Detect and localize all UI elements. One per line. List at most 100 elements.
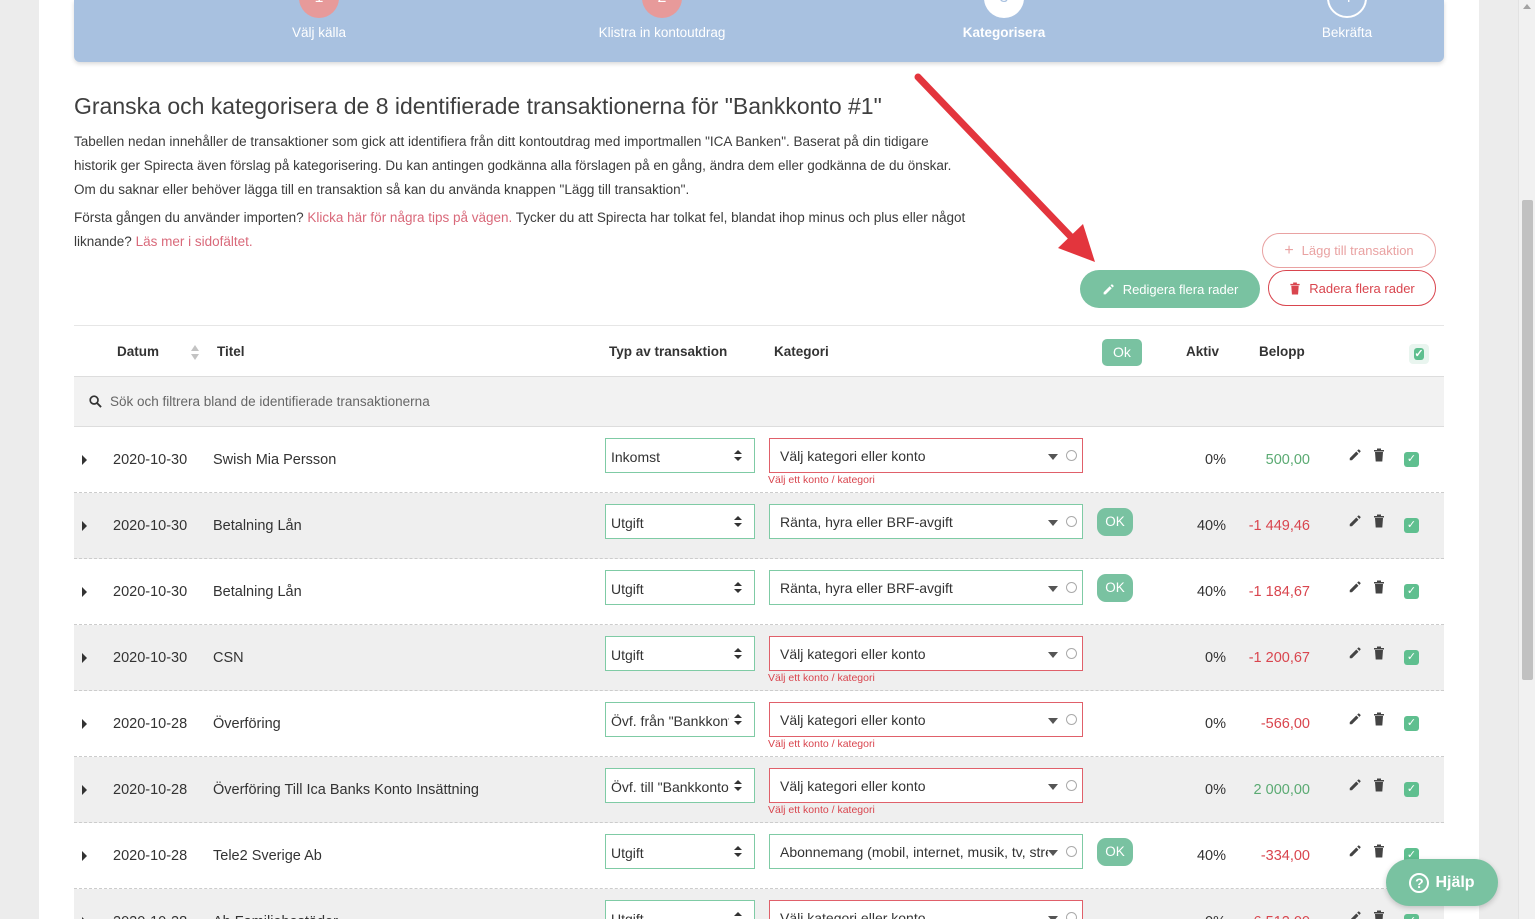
category-select[interactable]: Välj kategori eller konto (769, 900, 1083, 919)
help-button[interactable]: ? Hjälp (1386, 859, 1498, 906)
category-select[interactable]: Välj kategori eller konto (769, 702, 1083, 737)
trash-icon[interactable] (1373, 778, 1385, 792)
pencil-icon[interactable] (1348, 910, 1362, 919)
category-select[interactable]: Välj kategori eller konto (769, 768, 1083, 803)
col-date[interactable]: Datum (117, 344, 159, 359)
intro-text: Tabellen nedan innehåller de transaktion… (74, 130, 994, 254)
transaction-type-select[interactable]: Utgift (605, 504, 755, 539)
clear-icon[interactable] (1066, 450, 1077, 461)
row-title: Överföring Till Ica Banks Konto Insättni… (213, 782, 479, 798)
category-select[interactable]: Abonnemang (mobil, internet, musik, tv, … (769, 834, 1083, 869)
col-type: Typ av transaktion (609, 344, 728, 359)
search-placeholder: Sök och filtrera bland de identifierade … (110, 394, 430, 409)
dropdown-caret-icon (1048, 718, 1058, 724)
row-active: 0% (1174, 914, 1226, 919)
row-active: 0% (1205, 716, 1226, 732)
search-bar[interactable]: Sök och filtrera bland de identifierade … (74, 377, 1444, 427)
table-row: 2020-10-30 CSN Utgift Välj kategori eller k… (74, 625, 1444, 691)
row-checkbox-icon[interactable]: ✓ (1404, 914, 1419, 919)
category-select[interactable]: Välj kategori eller konto (769, 636, 1083, 671)
transaction-type-select[interactable]: Utgift (605, 636, 755, 671)
expand-caret-icon[interactable] (82, 653, 87, 663)
sort-icon[interactable] (190, 345, 200, 361)
sidebar-link[interactable]: Läs mer i sidofältet. (136, 234, 253, 249)
trash-icon[interactable] (1373, 448, 1385, 462)
transaction-type-select[interactable]: Utgift (605, 570, 755, 605)
row-checkbox-icon[interactable]: ✓ (1404, 716, 1419, 731)
category-select[interactable]: Välj kategori eller konto (769, 438, 1083, 473)
transaction-type-select[interactable]: Utgift (605, 834, 755, 869)
expand-caret-icon[interactable] (82, 587, 87, 597)
expand-caret-icon[interactable] (82, 521, 87, 531)
scroll-up-arrow-icon[interactable] (1523, 4, 1531, 9)
edit-many-rows-button[interactable]: Redigera flera rader (1080, 270, 1260, 308)
category-value: Välj kategori eller konto (780, 910, 926, 919)
select-arrows-icon (734, 845, 742, 859)
clear-icon[interactable] (1066, 780, 1077, 791)
trash-icon[interactable] (1373, 646, 1385, 660)
trash-icon[interactable] (1373, 844, 1385, 858)
edit-many-rows-label: Redigera flera rader (1122, 281, 1239, 297)
ok-badge[interactable]: OK (1097, 574, 1133, 602)
transaction-type-select[interactable]: Övf. från "Bankkonto #2" (605, 702, 755, 737)
pencil-icon[interactable] (1348, 712, 1362, 726)
select-all-checkbox-icon[interactable]: ✓ (1409, 344, 1429, 364)
category-value: Ränta, hyra eller BRF-avgift (780, 514, 953, 530)
clear-icon[interactable] (1066, 714, 1077, 725)
pencil-icon[interactable] (1348, 778, 1362, 792)
category-value: Välj kategori eller konto (780, 712, 926, 728)
row-amount: -566,00 (1260, 716, 1310, 732)
table-header: Datum Titel Typ av transaktion Kategori … (74, 325, 1444, 377)
scrollbar-thumb[interactable] (1522, 200, 1533, 680)
add-transaction-button[interactable]: + Lägg till transaktion (1262, 233, 1436, 268)
pencil-icon[interactable] (1348, 844, 1362, 858)
approve-all-ok-button[interactable]: Ok (1102, 339, 1142, 366)
row-checkbox-icon[interactable]: ✓ (1404, 584, 1419, 599)
trash-icon[interactable] (1373, 910, 1385, 919)
pencil-icon[interactable] (1348, 448, 1362, 462)
row-checkbox-icon[interactable]: ✓ (1404, 518, 1419, 533)
delete-many-rows-button[interactable]: Radera flera rader (1268, 270, 1436, 306)
clear-icon[interactable] (1066, 648, 1077, 659)
row-amount: 500,00 (1265, 452, 1310, 468)
transaction-type-select[interactable]: Utgift (605, 900, 755, 919)
step-number: 1 (299, 0, 339, 18)
clear-icon[interactable] (1066, 846, 1077, 857)
row-date: 2020-10-30 (113, 584, 188, 600)
clear-icon[interactable] (1066, 516, 1077, 527)
pencil-icon[interactable] (1348, 646, 1362, 660)
intro-line: Om du saknar eller behöver lägga till en… (74, 182, 690, 197)
transaction-type-select[interactable]: Övf. till "Bankkonto #2" (605, 768, 755, 803)
trash-icon[interactable] (1373, 514, 1385, 528)
table-body: 2020-10-30 Swish Mia Persson Inkomst Välj k… (74, 427, 1444, 919)
category-select[interactable]: Ränta, hyra eller BRF-avgift (769, 504, 1083, 539)
clear-icon[interactable] (1066, 912, 1077, 919)
row-checkbox-icon[interactable]: ✓ (1404, 650, 1419, 665)
scrollbar[interactable] (1518, 0, 1535, 919)
tips-link[interactable]: Klicka här för några tips på vägen. (307, 210, 512, 225)
ok-badge[interactable]: OK (1097, 508, 1133, 536)
row-checkbox-icon[interactable]: ✓ (1404, 782, 1419, 797)
trash-icon[interactable] (1373, 712, 1385, 726)
expand-caret-icon[interactable] (82, 455, 87, 465)
pencil-icon[interactable] (1348, 514, 1362, 528)
select-arrows-icon (734, 581, 742, 595)
type-value: Utgift (611, 581, 644, 597)
row-checkbox-icon[interactable]: ✓ (1404, 452, 1419, 467)
step-number: 3 (984, 0, 1024, 18)
row-active: 0% (1205, 782, 1226, 798)
ok-badge[interactable]: OK (1097, 838, 1133, 866)
trash-icon[interactable] (1373, 580, 1385, 594)
help-label: Hjälp (1435, 873, 1475, 891)
step-label: Klistra in kontoutdrag (598, 25, 726, 40)
category-select[interactable]: Ränta, hyra eller BRF-avgift (769, 570, 1083, 605)
expand-caret-icon[interactable] (82, 719, 87, 729)
transaction-type-select[interactable]: Inkomst (605, 438, 755, 473)
row-amount: 2 000,00 (1253, 782, 1310, 798)
expand-caret-icon[interactable] (82, 785, 87, 795)
clear-icon[interactable] (1066, 582, 1077, 593)
type-value: Utgift (611, 911, 644, 919)
tips-text: Tycker du att Spirecta har tolkat fel, b… (512, 210, 966, 225)
pencil-icon[interactable] (1348, 580, 1362, 594)
expand-caret-icon[interactable] (82, 851, 87, 861)
